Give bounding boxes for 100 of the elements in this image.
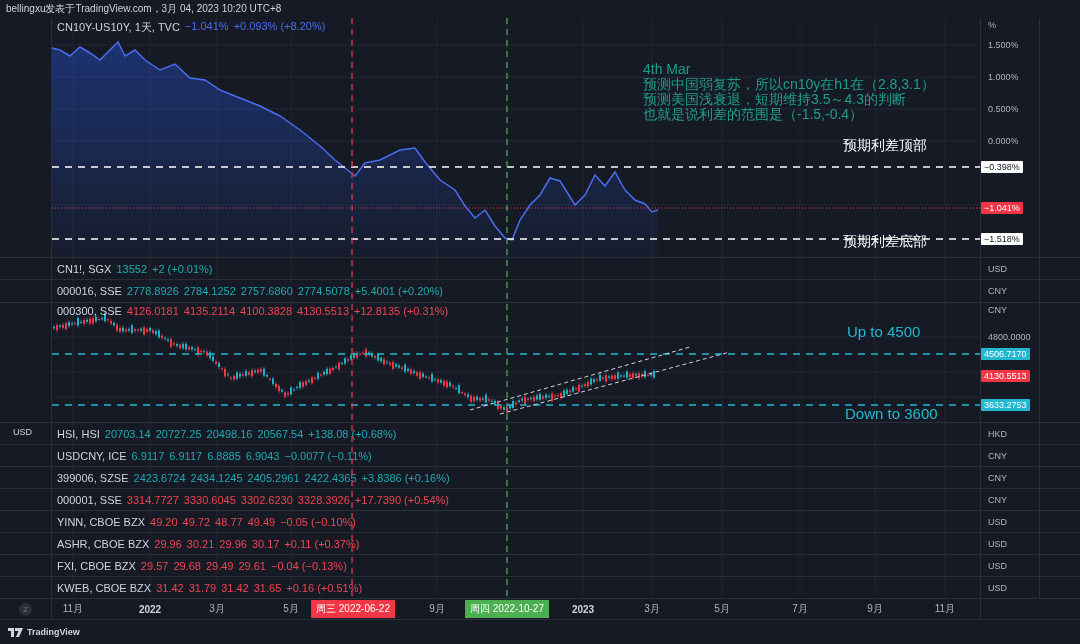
price-value: 29.49 <box>205 559 234 572</box>
price-value: 20498.16 <box>206 427 253 440</box>
zoom-button[interactable]: Z <box>19 602 32 616</box>
time-label: 3月 <box>209 602 225 616</box>
axis-unit: HKD <box>988 428 1007 439</box>
publish-info: bellingxu发表于TradingView.com，3月 04, 2023 10:20 UTC+8 <box>6 2 282 16</box>
chart-annotation: 预期利差底部 <box>843 234 927 249</box>
symbol-label: 399006, SZSE <box>57 471 129 484</box>
axis-tick-label: 1.000% <box>988 72 1019 82</box>
chart-annotation: 预期利差顶部 <box>843 138 927 153</box>
price-value: 29.68 <box>173 559 201 572</box>
symbol-label: CN10Y-US10Y, 1天, TVC <box>57 20 180 35</box>
price-value: 2434.1245 <box>190 471 243 484</box>
price-value: 3330.6045 <box>183 493 236 506</box>
price-value: 4100.3828 <box>240 305 293 317</box>
axis-tick-label: 4800.0000 <box>988 332 1031 342</box>
chart-annotation: Down to 3600 <box>845 406 938 421</box>
price-value: +138.08 (+0.68%) <box>308 427 397 440</box>
price-value: −0.04 (−0.13%) <box>271 559 347 572</box>
symbol-label: 000001, SSE <box>57 493 122 506</box>
price-value: 2757.6860 <box>240 285 293 297</box>
price-value: 4130.5513 <box>297 305 350 317</box>
price-value: −0.0077 (−0.11%) <box>284 449 372 462</box>
price-value: 49.72 <box>182 515 211 528</box>
symbol-label: YINN, CBOE BZX <box>57 515 146 528</box>
axis-unit: USD <box>988 560 1007 571</box>
symbol-label: 000016, SSE <box>57 285 122 297</box>
symbol-label: ASHR, CBOE BZX <box>57 537 150 550</box>
price-value: 4135.2114 <box>183 305 236 317</box>
price-value: 29.57 <box>140 559 169 572</box>
axis-tick-label: 1.500% <box>988 40 1019 50</box>
date-marker: 周三 2022-06-22 <box>311 600 395 618</box>
axis-unit: USD <box>988 516 1007 527</box>
price-value: 29.96 <box>219 537 247 550</box>
symbol-label: CN1!, SGX <box>57 262 112 275</box>
symbol-label: KWEB, CBOE BZX <box>57 581 152 594</box>
time-label: 7月 <box>792 602 808 616</box>
price-value: +17.7390 (+0.54%) <box>354 493 450 506</box>
price-value: 2405.2961 <box>247 471 300 484</box>
price-value: +2 (+0.01%) <box>152 262 213 275</box>
price-value: 31.42 <box>221 581 249 594</box>
axis-unit: CNY <box>988 450 1007 461</box>
price-value: 3302.6230 <box>240 493 293 506</box>
price-value: 31.42 <box>156 581 184 594</box>
symbol-label: FXI, CBOE BZX <box>57 559 136 572</box>
price-value: 31.79 <box>188 581 217 594</box>
price-value: 29.96 <box>154 537 182 550</box>
time-label: 2023 <box>571 603 595 615</box>
time-label: 11月 <box>62 602 84 616</box>
axis-unit: CNY <box>988 286 1007 296</box>
price-value: 29.61 <box>238 559 266 572</box>
price-value: 4126.0181 <box>126 305 179 317</box>
time-label: 3月 <box>644 602 660 616</box>
price-value: −0.05 (−0.10%) <box>280 515 356 528</box>
time-label: 11月 <box>934 602 956 616</box>
price-value: 2422.4365 <box>304 471 357 484</box>
price-value: 49.20 <box>150 515 178 528</box>
price-value: 30.17 <box>251 537 280 550</box>
price-value: +12.8135 (+0.31%) <box>354 305 449 317</box>
price-value: 2423.6724 <box>133 471 186 484</box>
axis-unit: % <box>988 20 996 30</box>
price-value: +0.11 (+0.37%) <box>284 537 360 550</box>
price-tag: −1.041% <box>981 202 1023 214</box>
time-label: 5月 <box>714 602 730 616</box>
symbol-label: HSI, HSI <box>57 427 100 440</box>
axis-tick-label: 0.500% <box>988 104 1019 114</box>
time-label: 5月 <box>283 602 299 616</box>
price-tag: −0.398% <box>981 161 1023 173</box>
axis-unit: USD <box>988 582 1007 593</box>
symbol-label: 000300, SSE <box>57 305 122 317</box>
time-label: 2022 <box>138 603 162 615</box>
price-value: 20567.54 <box>257 427 304 440</box>
axis-tick-label: 0.000% <box>988 136 1019 146</box>
axis-unit: CNY <box>988 305 1007 315</box>
date-marker: 周四 2022-10-27 <box>465 600 549 618</box>
brand-name: TradingView <box>27 627 80 637</box>
chart-annotation: Up to 4500 <box>847 324 921 339</box>
price-value: 3328.3926 <box>297 493 350 506</box>
price-value: 30.21 <box>186 537 215 550</box>
price-value: +3.8386 (+0.16%) <box>361 471 450 484</box>
price-value: −1.041% <box>184 20 229 34</box>
axis-unit: USD <box>988 263 1007 274</box>
price-value: 2774.5078 <box>297 285 350 297</box>
price-value: 2778.8926 <box>126 285 179 297</box>
price-value: +0.16 (+0.51%) <box>286 581 363 594</box>
chart-annotation: 4th Mar 预测中国弱复苏，所以cn10y在h1在（2.8,3.1） 预测美国浅衰退，短期维持3.5～4.3的判断 也就是说利差的范围是（-1.5,-0.4） <box>643 62 935 122</box>
time-label: 9月 <box>429 602 445 616</box>
price-value: 31.65 <box>253 581 282 594</box>
axis-unit: USD <box>988 538 1007 549</box>
price-value: +5.4001 (+0.20%) <box>354 285 443 297</box>
price-tag: 4506.7170 <box>981 348 1030 360</box>
price-tag: −1.518% <box>981 233 1023 245</box>
price-value: 20727.25 <box>155 427 202 440</box>
price-value: 6.9117 <box>169 449 203 462</box>
symbol-label: USDCNY, ICE <box>57 449 127 462</box>
axis-unit: CNY <box>988 494 1007 505</box>
price-value: 13552 <box>116 262 147 275</box>
currency-label: USD <box>13 427 32 437</box>
price-value: 2784.1252 <box>183 285 236 297</box>
price-value: 6.9043 <box>245 449 280 462</box>
